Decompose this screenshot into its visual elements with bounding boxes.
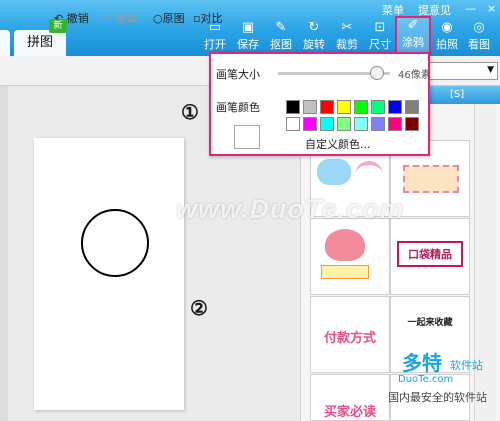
redo-button[interactable]: ↷ 重做 (103, 10, 138, 26)
compare-button[interactable]: ▫对比 (193, 10, 222, 26)
redo-icon: ↷ (103, 12, 113, 25)
cutout-button[interactable]: ✎ 抠图 (266, 20, 296, 54)
drawn-circle (81, 209, 149, 277)
annotation-two: ② (190, 296, 208, 320)
color-swatch[interactable] (371, 117, 385, 131)
watermark-site: 多特 (402, 351, 442, 375)
watermark-slogan: 国内最安全的软件站 (388, 391, 487, 404)
color-swatch[interactable] (354, 100, 368, 114)
eye-icon: ◎ (473, 20, 485, 35)
cloud-icon (317, 159, 351, 185)
original-button[interactable]: ○原图 (153, 10, 185, 26)
dropdown-select[interactable]: ▼ (420, 62, 498, 80)
ribbon-frame-icon (403, 165, 459, 193)
color-swatch[interactable] (320, 117, 334, 131)
template-thumb[interactable]: 买家必读 (310, 374, 390, 421)
camera-button[interactable]: ◉ 拍照 (432, 20, 462, 54)
left-strip (0, 86, 8, 421)
rotate-icon: ↻ (308, 20, 320, 35)
brush-icon: ✐ (407, 18, 419, 33)
template-thumb[interactable]: 付款方式 (310, 296, 390, 373)
save-button[interactable]: ▣ 保存 (233, 20, 263, 54)
annotation-one: ① (181, 100, 199, 124)
close-button[interactable]: × (484, 2, 498, 18)
color-swatch[interactable] (354, 117, 368, 131)
crop-icon: ✂ (341, 20, 353, 35)
minimize-button[interactable]: — (462, 2, 476, 18)
color-swatch[interactable] (388, 117, 402, 131)
label-icon (321, 265, 369, 279)
resize-icon: ⊡ (374, 20, 386, 35)
color-swatch[interactable] (286, 117, 300, 131)
watermark-site-sub: 软件站 (450, 359, 483, 372)
template-scrollbar[interactable] (474, 104, 496, 421)
custom-color-button[interactable]: 自定义颜色... (305, 136, 371, 152)
undo-icon: ↶ (54, 12, 64, 25)
color-swatch[interactable] (320, 100, 334, 114)
template-thumb[interactable] (310, 218, 390, 295)
camera-icon: ◉ (441, 20, 453, 35)
color-swatch[interactable] (405, 100, 419, 114)
watermark-url: DuoTe.com (398, 374, 454, 385)
resize-button[interactable]: ⊡ 尺寸 (365, 20, 395, 54)
tab-previous[interactable] (0, 30, 10, 56)
color-swatch[interactable] (303, 100, 317, 114)
character-icon (325, 229, 365, 261)
brush-size-value: 46像素 (398, 70, 431, 81)
rainbow-icon (355, 161, 383, 179)
color-swatch[interactable] (337, 117, 351, 131)
brush-size-label: 画笔大小 (216, 68, 260, 81)
circle-icon: ○ (153, 12, 163, 25)
undo-button[interactable]: ↶ 撤销 (54, 10, 89, 26)
rotate-button[interactable]: ↻ 旋转 (299, 20, 329, 54)
color-swatch[interactable] (337, 100, 351, 114)
view-button[interactable]: ◎ 看图 (464, 20, 494, 54)
watermark-text: www.DuoTe.com (176, 194, 405, 224)
template-thumb[interactable]: 口袋精品 (390, 218, 470, 295)
color-swatch[interactable] (371, 100, 385, 114)
color-swatch[interactable] (303, 117, 317, 131)
brush-color-label: 画笔颜色 (216, 101, 260, 114)
color-swatch[interactable] (388, 100, 402, 114)
current-color-preview (234, 125, 260, 149)
color-swatch[interactable] (405, 117, 419, 131)
tab-puzzle[interactable]: 拼图 (14, 30, 66, 56)
color-swatch[interactable] (286, 100, 300, 114)
chevron-down-icon: ▼ (487, 65, 494, 75)
brush-size-slider-handle[interactable] (370, 66, 384, 80)
save-icon: ▣ (241, 20, 255, 35)
crop-button[interactable]: ✂ 裁剪 (332, 20, 362, 54)
cutout-icon: ✎ (275, 20, 287, 35)
brush-button[interactable]: ✐ 涂鸦 (395, 16, 431, 54)
